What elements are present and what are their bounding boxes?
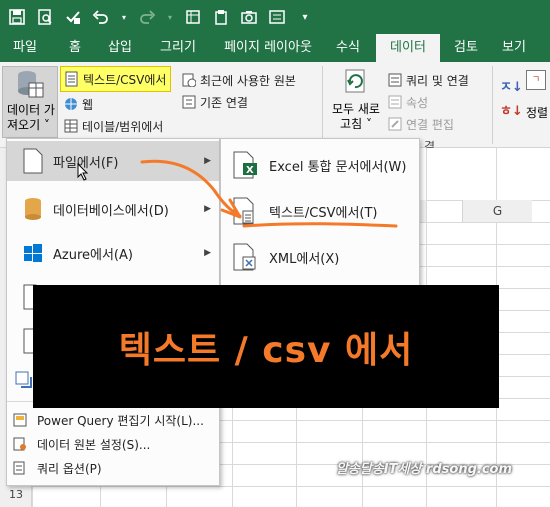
customize-icon[interactable]: ▾: [296, 8, 314, 26]
sort-za-icon[interactable]: ㅎ↓: [500, 100, 523, 119]
properties-button[interactable]: 속성: [388, 92, 428, 112]
data-source-settings-label: 데이터 원본 설정(S)...: [37, 437, 151, 452]
redo-dropdown-icon[interactable]: ▾: [166, 8, 174, 26]
menu-item-from-file[interactable]: 파일에서(F) ▶: [7, 141, 219, 181]
query-options-label: 쿼리 옵션(P): [37, 461, 102, 476]
file-icon: [23, 148, 43, 174]
from-text-csv-button[interactable]: 텍스트/CSV에서: [60, 66, 172, 92]
svg-text:X: X: [246, 165, 254, 176]
database-table-icon: [18, 71, 44, 98]
sort-az-icon[interactable]: ㅈ↓: [500, 76, 523, 95]
menu-item-from-database[interactable]: 데이터베이스에서(D) ▶: [7, 189, 219, 229]
row-number-13[interactable]: 13: [0, 488, 32, 501]
from-web-label: 웹: [82, 97, 94, 112]
recent-sources-label: 최근에 사용한 원본: [200, 73, 296, 88]
text-csv-file-icon: [233, 197, 254, 225]
existing-connections-button[interactable]: 기존 연결: [182, 92, 248, 112]
from-file-submenu: X Excel 통합 문서에서(W) 텍스트/CSV에서(T) XML에서(X): [220, 138, 420, 288]
combine-icon: [15, 371, 32, 388]
existing-connections-label: 기존 연결: [200, 95, 248, 110]
menu-item-from-text-csv[interactable]: 텍스트/CSV에서(T): [221, 189, 419, 233]
watermark: 알송달송IT세상 rdsong.com: [335, 462, 512, 477]
refresh-icon: [345, 69, 365, 93]
text-file-icon: [65, 71, 78, 87]
from-web-button[interactable]: 웹: [64, 94, 93, 114]
from-excel-workbook-label: Excel 통합 문서에서(W): [269, 159, 407, 175]
data-source-settings-icon: [13, 437, 26, 451]
new-sheet-icon[interactable]: [184, 8, 202, 26]
queries-icon: [388, 73, 402, 87]
caption-text: 텍스트 / csv 에서: [118, 329, 414, 371]
ribbon-data: 데이터 가 져오기 ˅ 텍스트/CSV에서 웹 테이블/범위에서 최근에 사용한…: [0, 62, 550, 154]
column-header-g[interactable]: G: [462, 200, 532, 222]
undo-dropdown-icon[interactable]: ▾: [120, 8, 128, 26]
spell-check-icon[interactable]: [64, 8, 82, 26]
recent-sources-button[interactable]: 최근에 사용한 원본: [182, 70, 296, 90]
from-text-csv-menu-label: 텍스트/CSV에서(T): [269, 205, 378, 221]
camera-icon[interactable]: [240, 8, 258, 26]
power-query-icon: [13, 413, 27, 427]
tab-file[interactable]: 파일: [6, 34, 44, 62]
redo-icon[interactable]: [138, 8, 156, 26]
ribbon-tabs: 파일 홈 삽입 그리기 페이지 레이아웃 수식 데이터 검토 보기: [0, 34, 550, 62]
queries-connections-button[interactable]: 쿼리 및 연결: [388, 70, 469, 90]
database-icon: [25, 198, 41, 220]
menu-item-from-azure[interactable]: Azure에서(A) ▶: [7, 233, 219, 273]
edit-links-icon: [388, 117, 402, 131]
form-icon[interactable]: [268, 8, 286, 26]
from-text-csv-label: 텍스트/CSV에서: [83, 72, 167, 87]
tab-insert[interactable]: 삽입: [100, 34, 140, 62]
menu-item-from-xml[interactable]: XML에서(X): [221, 235, 419, 279]
mouse-pointer-icon: [77, 163, 89, 181]
sort-icon[interactable]: ㄱ: [526, 70, 546, 90]
table-icon: [64, 119, 78, 133]
tab-review[interactable]: 검토: [446, 34, 486, 62]
excel-workbook-icon: X: [233, 151, 257, 179]
menu-item-query-options[interactable]: 쿼리 옵션(P): [7, 457, 219, 479]
submenu-arrow-icon: ▶: [204, 204, 211, 214]
quick-access-toolbar: ▾ ▾ ▾: [0, 0, 550, 34]
sort-label: 정렬: [526, 106, 549, 120]
edit-links-button[interactable]: 연결 편집: [388, 114, 454, 134]
azure-icon: [24, 244, 42, 262]
query-options-icon: [13, 461, 25, 475]
from-table-range-button[interactable]: 테이블/범위에서: [64, 116, 163, 136]
menu-item-from-database-label: 데이터베이스에서(D): [53, 203, 169, 219]
save-icon[interactable]: [8, 8, 26, 26]
connections-icon: [182, 95, 196, 109]
refresh-all-button[interactable]: 모두 새로 고침 ˅: [328, 66, 382, 138]
paste-icon[interactable]: [212, 8, 230, 26]
menu-item-from-azure-label: Azure에서(A): [53, 247, 133, 263]
menu-item-data-source-settings[interactable]: 데이터 원본 설정(S)...: [7, 433, 219, 455]
submenu-arrow-icon: ▶: [204, 248, 211, 258]
recent-icon: [182, 73, 196, 87]
get-data-label: 데이터 가 져오기 ˅: [7, 103, 55, 132]
menu-item-power-query-editor[interactable]: Power Query 편집기 시작(L)...: [7, 409, 219, 431]
edit-links-label: 연결 편집: [406, 117, 454, 132]
caption-banner: 텍스트 / csv 에서: [33, 285, 499, 408]
globe-icon: [65, 98, 77, 110]
ribbon-divider: [322, 66, 323, 144]
menu-item-from-excel-workbook[interactable]: X Excel 통합 문서에서(W): [221, 143, 419, 187]
submenu-arrow-icon: ▶: [204, 156, 211, 166]
undo-icon[interactable]: [92, 8, 110, 26]
get-data-button[interactable]: 데이터 가 져오기 ˅: [2, 66, 58, 138]
tab-page-layout[interactable]: 페이지 레이아웃: [214, 34, 322, 62]
queries-connections-label: 쿼리 및 연결: [406, 73, 469, 88]
tab-formulas[interactable]: 수식: [330, 34, 366, 62]
tab-draw[interactable]: 그리기: [152, 34, 204, 62]
tab-home[interactable]: 홈: [60, 34, 90, 62]
ribbon-divider-2: [492, 66, 493, 144]
from-table-range-label: 테이블/범위에서: [82, 119, 164, 134]
from-xml-label: XML에서(X): [269, 251, 340, 267]
refresh-all-label: 모두 새로 고침 ˅: [332, 102, 380, 131]
xml-file-icon: [233, 243, 256, 271]
print-preview-icon[interactable]: [36, 8, 54, 26]
properties-label: 속성: [406, 95, 429, 110]
properties-icon: [388, 95, 402, 109]
power-query-label: Power Query 편집기 시작(L)...: [37, 413, 204, 428]
tab-view[interactable]: 보기: [494, 34, 534, 62]
tab-data[interactable]: 데이터: [376, 34, 440, 62]
